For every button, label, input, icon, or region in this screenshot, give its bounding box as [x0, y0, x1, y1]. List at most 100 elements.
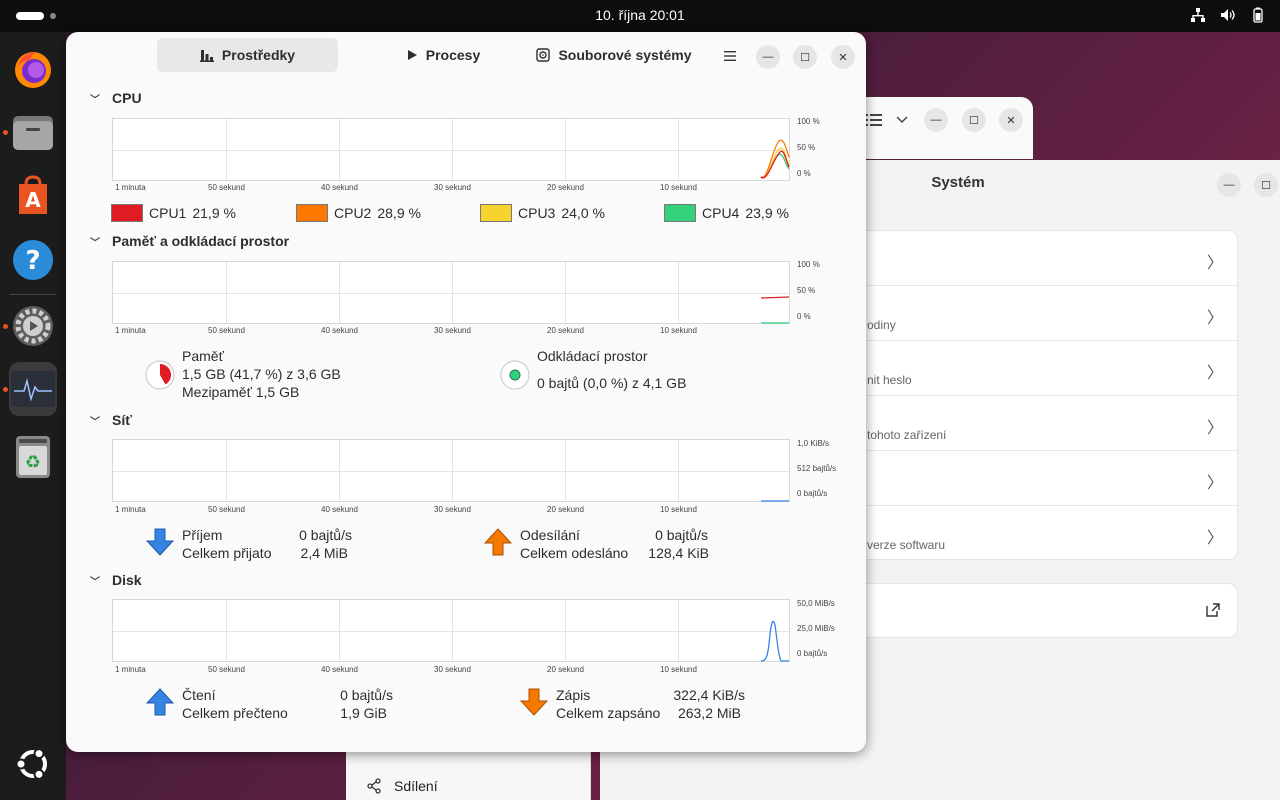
cpu2-legend[interactable]: CPU2 28,9 %	[296, 204, 421, 222]
settings-icon	[13, 306, 53, 346]
system-tray[interactable]	[1190, 6, 1266, 24]
cpu3-color-swatch[interactable]	[480, 204, 512, 222]
settings-row[interactable]: odiny 〉	[841, 286, 1239, 341]
chevron-right-icon: 〉	[1206, 475, 1223, 492]
cpu1-color-swatch[interactable]	[111, 204, 143, 222]
disk-graph	[112, 599, 790, 662]
top-bar: 10. října 20:01	[0, 0, 1280, 32]
network-graph	[112, 439, 790, 502]
swap-usage-pie[interactable]	[499, 359, 531, 391]
firefox-launcher[interactable]	[9, 44, 57, 92]
time-label: 40 sekund	[321, 183, 358, 192]
settings-launcher[interactable]	[3, 302, 57, 350]
cpu3-legend[interactable]: CPU3 24,0 %	[480, 204, 605, 222]
help-launcher[interactable]: ?	[9, 236, 57, 284]
network-history-plot	[761, 500, 789, 502]
settings-row[interactable]: verze softwaru 〉	[841, 506, 1239, 561]
y-axis-label: 1,0 KiB/s	[797, 439, 830, 448]
minimize-button[interactable]: —	[924, 108, 948, 132]
svg-text:?: ?	[25, 246, 40, 276]
close-button[interactable]: ✕	[831, 45, 855, 69]
tab-label: Souborové systémy	[558, 47, 692, 63]
send-total-label: Celkem odesláno	[520, 545, 629, 561]
cpu-name: CPU2	[334, 205, 372, 221]
time-label: 20 sekund	[547, 326, 584, 335]
section-title: Paměť a odkládací prostor	[112, 233, 290, 249]
files-launcher[interactable]	[3, 108, 57, 156]
chevron-down-icon: ﹀	[90, 416, 100, 428]
memory-graph	[112, 261, 790, 324]
maximize-button[interactable]: ☐	[793, 45, 817, 69]
settings-row[interactable]: 〉	[841, 231, 1239, 286]
y-axis-label: 50 %	[797, 143, 816, 152]
chevron-down-icon[interactable]	[896, 115, 908, 125]
battery-icon	[1253, 7, 1263, 23]
cpu4-color-swatch[interactable]	[664, 204, 696, 222]
receive-arrow-icon[interactable]	[146, 528, 174, 556]
memory-usage-pie[interactable]	[144, 359, 176, 391]
chevron-down-icon: ﹀	[90, 576, 100, 588]
maximize-button[interactable]: ☐	[1254, 173, 1278, 197]
close-button[interactable]: ✕	[999, 108, 1023, 132]
minimize-button[interactable]: —	[1217, 173, 1241, 197]
trash-launcher[interactable]: ♻	[9, 432, 57, 480]
chevron-right-icon: 〉	[1206, 365, 1223, 382]
memory-line	[760, 296, 790, 299]
section-header-network[interactable]: ﹀ Síť	[90, 412, 132, 428]
section-title: Síť	[112, 412, 132, 428]
time-label: 50 sekund	[208, 505, 245, 514]
chevron-right-icon: 〉	[1206, 420, 1223, 437]
maximize-button[interactable]: ☐	[962, 108, 986, 132]
time-label: 50 sekund	[208, 183, 245, 192]
send-rate: 0 bajtů/s	[655, 527, 708, 543]
row-subtitle: verze softwaru	[867, 538, 946, 552]
svg-text:♻: ♻	[25, 452, 41, 473]
time-label: 50 sekund	[208, 665, 245, 674]
receive-total: 2,4 MiB	[300, 545, 348, 561]
tab-file-systems[interactable]: Souborové systémy	[528, 38, 700, 72]
cpu4-legend[interactable]: CPU4 23,9 %	[664, 204, 789, 222]
read-label: Čtení	[182, 687, 216, 703]
read-arrow-icon[interactable]	[146, 688, 174, 716]
main-menu-button[interactable]	[718, 44, 742, 68]
time-label: 10 sekund	[660, 665, 697, 674]
app-center-launcher[interactable]: A	[9, 172, 57, 220]
system-monitor-launcher[interactable]	[3, 362, 57, 416]
list-view-icon[interactable]	[866, 113, 882, 127]
section-header-memory[interactable]: ﹀ Paměť a odkládací prostor	[90, 233, 289, 249]
cpu1-legend[interactable]: CPU1 21,9 %	[111, 204, 236, 222]
cpu3-line	[760, 147, 790, 179]
tab-processes[interactable]: Procesy	[378, 38, 508, 72]
cpu-value: 21,9 %	[192, 205, 236, 221]
y-axis-label: 50 %	[797, 286, 816, 295]
time-label: 1 minuta	[115, 326, 146, 335]
external-link-icon	[1206, 603, 1220, 617]
y-axis-label: 25,0 MiB/s	[797, 624, 835, 633]
time-label: 50 sekund	[208, 326, 245, 335]
running-indicator	[3, 130, 8, 135]
sidebar-item-sharing[interactable]: Sdílení	[366, 778, 438, 794]
cpu2-color-swatch[interactable]	[296, 204, 328, 222]
chevron-right-icon: 〉	[1206, 530, 1223, 547]
settings-row[interactable]: 〉	[841, 451, 1239, 506]
time-label: 10 sekund	[660, 183, 697, 192]
y-axis-label: 0 %	[797, 312, 811, 321]
time-label: 10 sekund	[660, 505, 697, 514]
tab-label: Prostředky	[221, 47, 296, 63]
memory-history-plot	[760, 296, 790, 324]
settings-row[interactable]: tohoto zařízení 〉	[841, 396, 1239, 451]
clock[interactable]: 10. října 20:01	[0, 7, 1280, 23]
minimize-button[interactable]: —	[756, 45, 780, 69]
cpu-history-plot	[760, 139, 790, 179]
section-header-cpu[interactable]: ﹀ CPU	[90, 90, 142, 106]
system-monitor-window: Prostředky Procesy Souborové systémy — ☐…	[66, 32, 866, 752]
show-apps-button[interactable]	[9, 740, 57, 788]
y-axis-label: 0 bajtů/s	[797, 649, 828, 658]
tab-resources[interactable]: Prostředky	[157, 38, 338, 72]
settings-external-row[interactable]	[840, 583, 1238, 638]
section-header-disk[interactable]: ﹀ Disk	[90, 572, 142, 588]
send-arrow-icon[interactable]	[484, 528, 512, 556]
write-arrow-icon[interactable]	[520, 688, 548, 716]
time-label: 10 sekund	[660, 326, 697, 335]
settings-row[interactable]: nit heslo 〉	[841, 341, 1239, 396]
